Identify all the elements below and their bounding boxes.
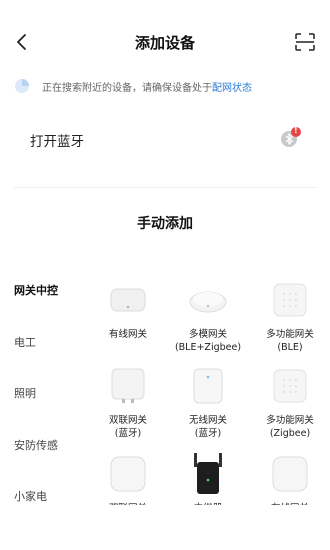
search-status-message: 正在搜索附近的设备，请确保设备处于 xyxy=(42,83,212,94)
repeater-image xyxy=(188,453,228,494)
search-status-text: 正在搜索附近的设备，请确保设备处于配网状态 xyxy=(42,79,252,94)
multifunction-gateway-image xyxy=(270,366,310,406)
bluetooth-warning-badge: ! xyxy=(294,126,298,135)
scroll-cutoff xyxy=(0,505,330,550)
category-lighting[interactable]: 照明 xyxy=(14,385,36,401)
category-small-appliance[interactable]: 小家电 xyxy=(14,488,47,504)
bluetooth-label: 打开蓝牙 xyxy=(30,134,84,150)
device-wired-gateway[interactable]: 有线网关 xyxy=(88,280,168,341)
device-name: 有线网关 xyxy=(108,329,147,340)
category-electrical[interactable]: 电工 xyxy=(14,334,36,350)
wired-gateway-image xyxy=(108,280,148,320)
page-title: 添加设备 xyxy=(134,34,195,52)
device-protocol: (BLE) xyxy=(277,342,303,353)
searching-icon xyxy=(15,79,29,93)
category-gateway[interactable]: 网关中控 xyxy=(14,282,58,298)
device-multifunction-gateway-zigbee[interactable]: 多功能网关 (Zigbee) xyxy=(250,366,330,440)
device-multifunction-gateway-ble[interactable]: 多功能网关 (BLE) xyxy=(250,280,330,354)
device-name: 多功能网关 xyxy=(266,329,314,340)
device-protocol: (BLE+Zigbee) xyxy=(174,342,242,353)
scan-button[interactable] xyxy=(292,29,318,55)
dual-gateway-image xyxy=(108,366,148,406)
device-name: 多功能网关 xyxy=(266,415,314,426)
bluetooth-toggle[interactable]: ! xyxy=(279,126,303,150)
wired-gateway-image xyxy=(270,454,310,494)
wireless-gateway-image xyxy=(188,366,228,406)
bluetooth-icon xyxy=(281,127,301,147)
device-dual-gateway-bt[interactable]: 双联网关 (蓝牙) xyxy=(88,366,168,440)
device-protocol: (Zigbee) xyxy=(269,428,311,439)
divider xyxy=(14,187,316,188)
device-protocol: (蓝牙) xyxy=(114,428,142,439)
category-security-sensor[interactable]: 安防传感 xyxy=(14,437,58,453)
multifunction-gateway-image xyxy=(270,280,310,320)
manual-add-title: 手动添加 xyxy=(137,216,193,232)
device-multimode-gateway[interactable]: 多模网关 (BLE+Zigbee) xyxy=(168,280,248,354)
multimode-gateway-image xyxy=(188,280,228,320)
device-name: 无线网关 xyxy=(188,415,227,426)
device-name: 双联网关 xyxy=(108,415,147,426)
device-name: 多模网关 xyxy=(188,329,227,340)
scan-icon xyxy=(295,33,315,51)
network-config-link[interactable]: 配网状态 xyxy=(212,83,252,94)
device-wireless-gateway-bt[interactable]: 无线网关 (蓝牙) xyxy=(168,366,248,440)
dual-gateway-image xyxy=(108,454,148,494)
device-protocol: (蓝牙) xyxy=(194,428,222,439)
